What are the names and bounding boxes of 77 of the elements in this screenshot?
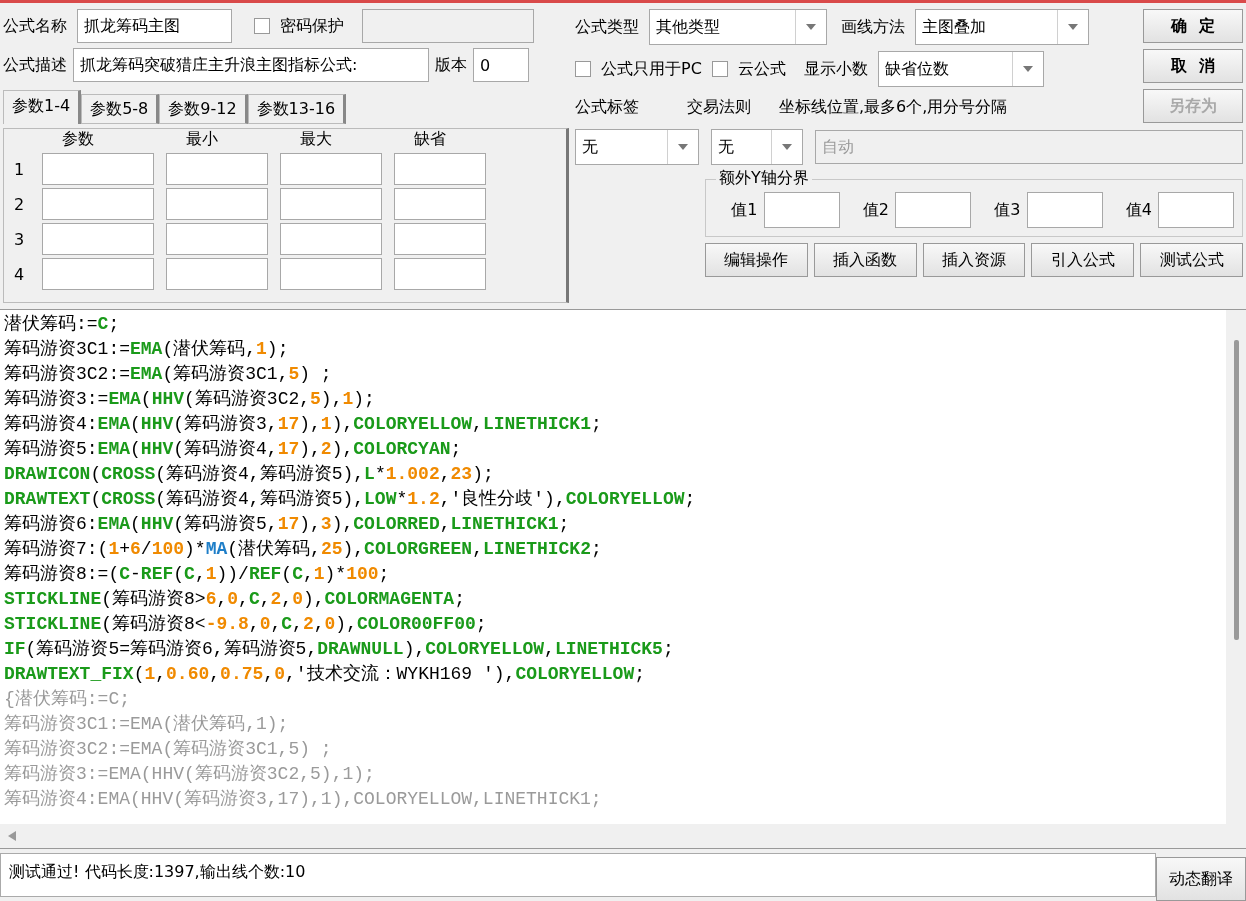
row-number: 2	[12, 193, 26, 216]
dropdown-arrow-icon	[678, 144, 688, 150]
dialog-button[interactable]: 确 定	[1143, 9, 1243, 43]
dropdown-arrow-icon	[782, 144, 792, 150]
dropdown[interactable]: 缺省位数	[877, 51, 1044, 87]
tab[interactable]: 参数5-8	[81, 94, 160, 124]
input-field[interactable]	[394, 223, 486, 255]
field-label: 显示小数	[803, 58, 868, 80]
input-field[interactable]: 抓龙筹码突破猎庄主升浪主图指标公式:	[73, 48, 429, 82]
dropdown-arrow-icon	[1022, 66, 1033, 72]
input-field[interactable]	[280, 188, 382, 220]
input-field[interactable]	[166, 223, 268, 255]
field-label: 值4	[1125, 199, 1152, 221]
dropdown[interactable]: 无	[711, 129, 803, 165]
tab[interactable]: 参数9-12	[159, 94, 248, 124]
input-field[interactable]	[1158, 192, 1234, 228]
input-field[interactable]	[895, 192, 971, 228]
input-field[interactable]	[42, 223, 154, 255]
tool-button[interactable]: 插入资源	[922, 243, 1026, 277]
input-field[interactable]: 抓龙筹码主图	[77, 9, 232, 43]
column-header: 参数	[61, 129, 95, 150]
checkbox-label: 公式只用于PC	[601, 58, 702, 80]
row-number: 1	[12, 158, 26, 181]
checkbox-label: 密码保护	[280, 15, 344, 37]
field-label: 值1	[731, 199, 758, 221]
field-label: 版本	[435, 54, 467, 76]
field-label: 值3	[994, 199, 1021, 221]
input-field[interactable]	[166, 153, 268, 185]
status-message: 测试通过! 代码长度:1397,输出线个数:10	[0, 853, 1156, 897]
row-number: 3	[12, 228, 26, 251]
row-number: 4	[12, 263, 26, 286]
dropdown[interactable]: 其他类型	[649, 9, 827, 45]
tool-button[interactable]: 引入公式	[1031, 243, 1135, 277]
input-field[interactable]	[166, 258, 268, 290]
group-title: 额外Y轴分界	[716, 168, 812, 189]
dropdown[interactable]: 主图叠加	[915, 9, 1089, 45]
field-label: 值2	[862, 199, 889, 221]
field-label: 交易法则	[687, 97, 751, 118]
input-field[interactable]: 0	[473, 48, 529, 82]
scrollbar-thumb[interactable]	[1233, 340, 1239, 640]
input-field[interactable]	[763, 192, 840, 228]
input-field[interactable]	[280, 153, 382, 185]
input-field[interactable]	[394, 258, 486, 290]
field-label: 坐标线位置,最多6个,用分号分隔	[779, 97, 1008, 118]
translate-button[interactable]: 动态翻译	[1156, 857, 1246, 901]
input-field[interactable]	[1026, 192, 1103, 228]
field-label: 公式描述	[3, 54, 67, 76]
tab[interactable]: 参数13-16	[247, 94, 347, 124]
password-field[interactable]	[362, 9, 534, 43]
tool-button[interactable]: 插入函数	[813, 243, 917, 277]
dialog-button[interactable]: 取 消	[1143, 49, 1243, 83]
dropdown[interactable]: 无	[575, 129, 699, 165]
input-field[interactable]	[394, 153, 486, 185]
field-label: 公式类型	[575, 16, 639, 38]
field-label: 公式名称	[3, 15, 67, 37]
checkbox-label: 云公式	[737, 58, 786, 80]
input-field[interactable]	[394, 188, 486, 220]
input-field[interactable]	[42, 188, 154, 220]
input-field[interactable]	[42, 258, 154, 290]
input-field[interactable]	[42, 153, 154, 185]
checkbox[interactable]	[711, 61, 728, 77]
column-header: 最大	[299, 129, 333, 150]
field-label: 公式标签	[575, 97, 639, 118]
tool-button[interactable]: 编辑操作	[705, 243, 808, 277]
input-field[interactable]	[280, 258, 382, 290]
input-field[interactable]	[166, 188, 268, 220]
checkbox[interactable]	[575, 61, 591, 77]
column-header: 缺省	[413, 129, 447, 150]
dropdown-arrow-icon	[1068, 24, 1078, 30]
scroll-left-icon[interactable]	[8, 831, 16, 841]
checkbox[interactable]	[254, 18, 270, 34]
field-label: 画线方法	[841, 16, 905, 38]
tool-button[interactable]: 测试公式	[1140, 243, 1243, 277]
input-field[interactable]	[280, 223, 382, 255]
tab[interactable]: 参数1-4	[3, 90, 82, 124]
column-header: 最小	[185, 129, 219, 150]
dropdown-arrow-icon	[806, 24, 816, 30]
